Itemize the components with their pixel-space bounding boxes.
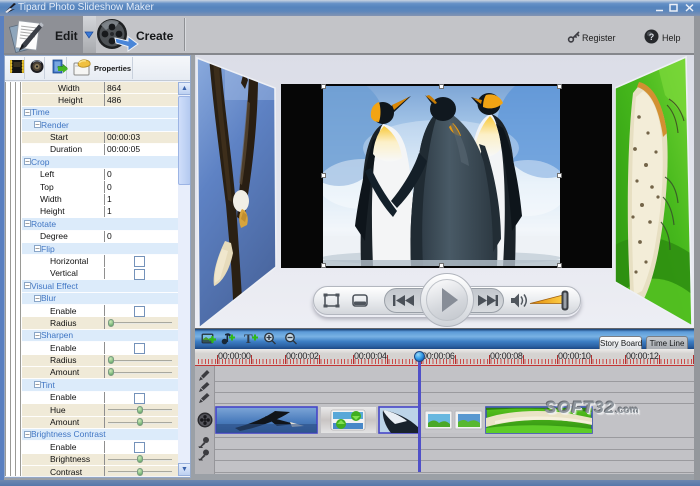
svg-text:T: T [244, 331, 253, 346]
svg-text:?: ? [649, 32, 655, 42]
